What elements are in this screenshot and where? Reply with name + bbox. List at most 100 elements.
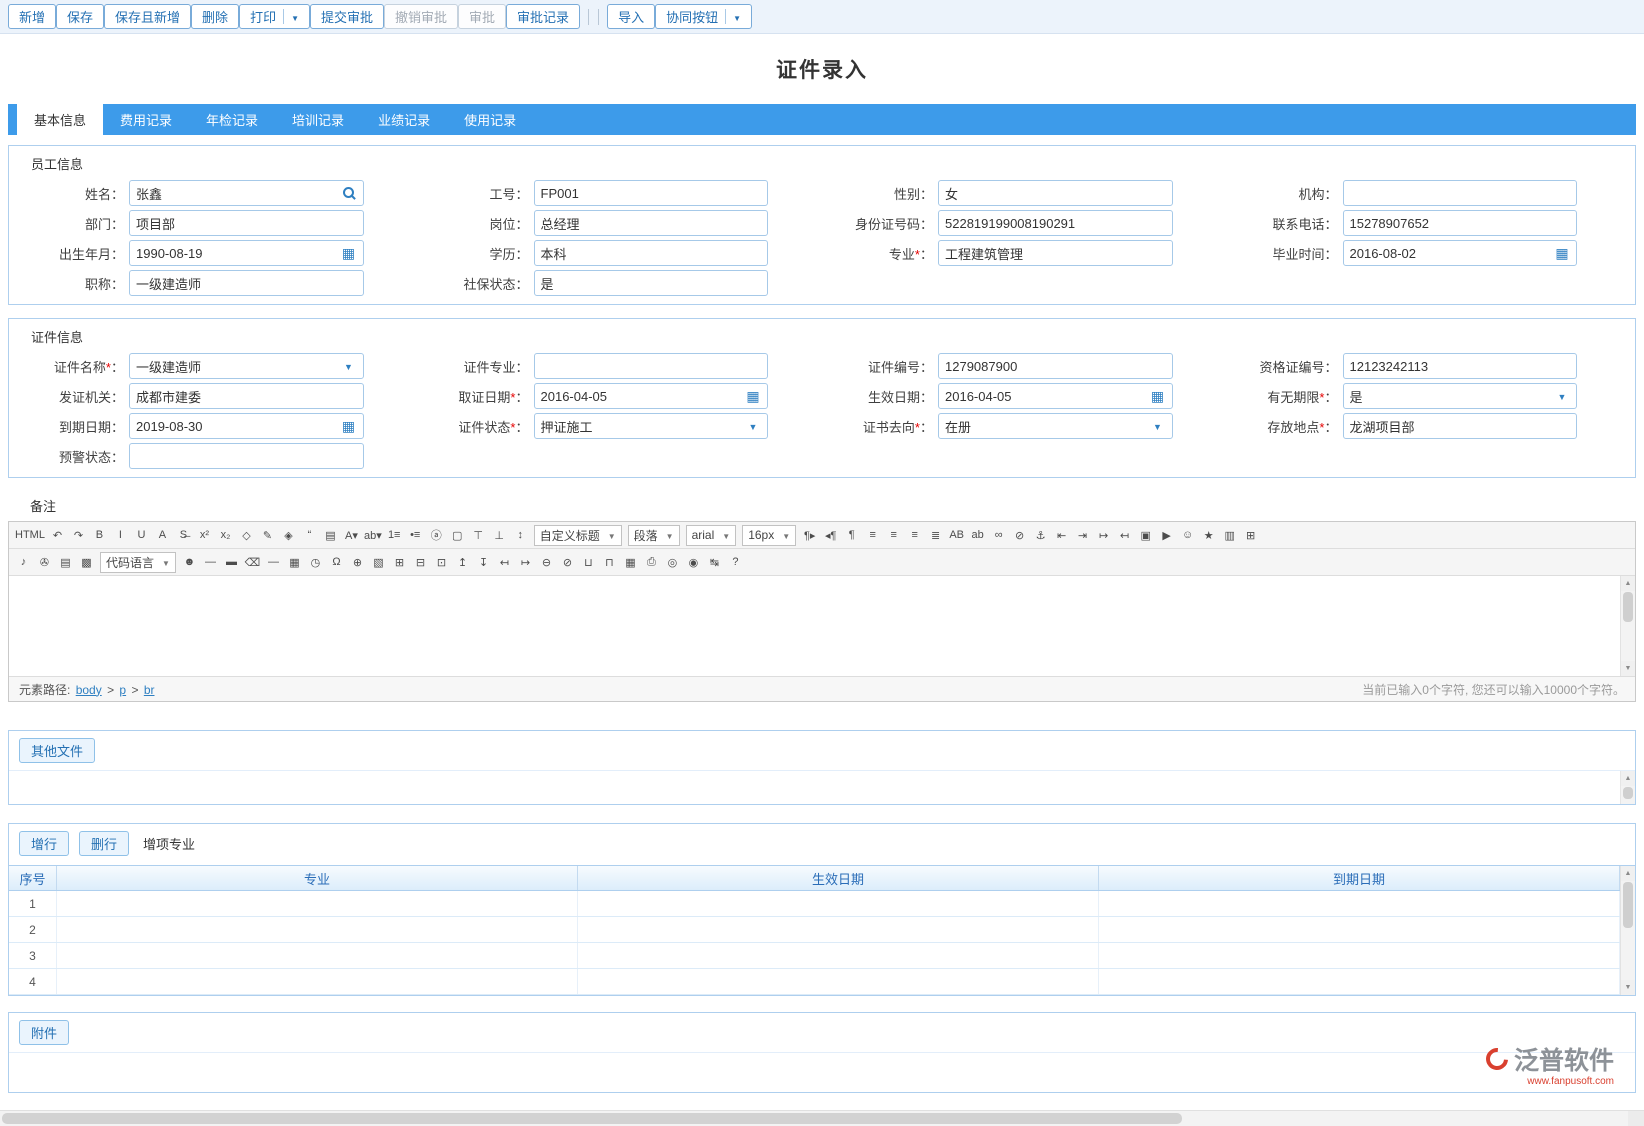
gender-field[interactable]: 女	[938, 180, 1173, 206]
code-language-select[interactable]: 代码语言	[100, 552, 176, 573]
split-cells-icon[interactable]: ⊓	[599, 552, 620, 573]
heading-select[interactable]: 自定义标题	[534, 525, 622, 546]
cancel-approval-button[interactable]: 撤销审批	[384, 4, 458, 29]
format-painter-icon[interactable]: ✎	[257, 525, 278, 546]
phone-field[interactable]: 15278907652	[1343, 210, 1578, 236]
indent-increase-icon[interactable]: ⇥	[1072, 525, 1093, 546]
field-icon[interactable]	[341, 418, 357, 434]
tab-usage-records[interactable]: 使用记录	[447, 104, 533, 135]
bold-icon[interactable]: B	[89, 525, 110, 546]
submit-approval-button[interactable]: 提交审批	[310, 4, 384, 29]
rtl-icon[interactable]: ◂¶	[820, 525, 841, 546]
files-scrollbar[interactable]	[1620, 771, 1635, 804]
insert-table-icon[interactable]: ⊞	[389, 552, 410, 573]
field-icon[interactable]	[341, 245, 357, 261]
tab-basic-info[interactable]: 基本信息	[17, 104, 103, 135]
social-security-field[interactable]: 是	[534, 270, 769, 296]
field-icon[interactable]	[745, 418, 761, 434]
uppercase-icon[interactable]: AB	[946, 525, 967, 546]
delete-row-icon[interactable]: ⊖	[536, 552, 557, 573]
column-header-effective-date[interactable]: 生效日期	[578, 866, 1099, 890]
link-icon[interactable]: ∞	[988, 525, 1009, 546]
save-and-new-button[interactable]: 保存且新增	[104, 4, 191, 29]
redo-icon[interactable]: ↷	[68, 525, 89, 546]
italic-icon[interactable]: I	[110, 525, 131, 546]
strikethrough-icon[interactable]: S̶	[173, 525, 194, 546]
column-header-expiry-date[interactable]: 到期日期	[1099, 866, 1620, 890]
search-icon[interactable]: ◉	[683, 552, 704, 573]
birth-date-field[interactable]: 1990-08-19	[129, 240, 364, 266]
organization-field[interactable]	[1343, 180, 1578, 206]
cell-major[interactable]	[57, 891, 578, 916]
chart-icon[interactable]: ▧	[368, 552, 389, 573]
emoji-icon[interactable]: ☺	[1177, 525, 1198, 546]
cell-major[interactable]	[57, 943, 578, 968]
insert-row-above-icon[interactable]: ↥	[452, 552, 473, 573]
print-button[interactable]: 打印	[239, 4, 310, 29]
field-icon[interactable]	[341, 185, 357, 201]
table-grid-icon[interactable]: ▦	[620, 552, 641, 573]
save-button[interactable]: 保存	[56, 4, 104, 29]
scroll-down-icon[interactable]	[1621, 661, 1635, 676]
book-icon[interactable]: ▬	[221, 552, 242, 573]
template-icon[interactable]: ▤	[320, 525, 341, 546]
field-icon[interactable]	[1554, 245, 1570, 261]
other-files-button[interactable]: 其他文件	[19, 738, 95, 763]
char-border-icon[interactable]: A	[152, 525, 173, 546]
tab-performance-records[interactable]: 业绩记录	[361, 104, 447, 135]
id-number-field[interactable]: 522819199008190291	[938, 210, 1173, 236]
storage-location-field[interactable]: 龙湖项目部	[1343, 413, 1578, 439]
field-icon[interactable]	[745, 388, 761, 404]
delete-button[interactable]: 删除	[191, 4, 239, 29]
print-icon[interactable]: ⎙	[641, 552, 662, 573]
cell-effective-date[interactable]	[578, 943, 1099, 968]
underline-icon[interactable]: U	[131, 525, 152, 546]
delete-row-button[interactable]: 删行	[79, 831, 129, 856]
page-break-icon[interactable]: ―	[200, 552, 221, 573]
help-icon[interactable]: ?	[725, 552, 746, 573]
editor-scrollbar[interactable]	[1620, 576, 1635, 676]
file-icon[interactable]: ▥	[1219, 525, 1240, 546]
remove-format-icon[interactable]: ◇	[236, 525, 257, 546]
hanging-indent-icon[interactable]: ↤	[1114, 525, 1135, 546]
position-field[interactable]: 总经理	[534, 210, 769, 236]
line-height-icon[interactable]: ↕	[510, 525, 531, 546]
path-link-br[interactable]: br	[144, 683, 155, 697]
paragraph-icon[interactable]: ¶	[841, 525, 862, 546]
column-header-no[interactable]: 序号	[9, 866, 57, 890]
field-icon[interactable]	[1150, 418, 1166, 434]
scroll-thumb[interactable]	[2, 1113, 1182, 1124]
department-field[interactable]: 项目部	[129, 210, 364, 236]
font-family-select[interactable]: arial	[686, 525, 737, 546]
align-justify-icon[interactable]: ≣	[925, 525, 946, 546]
preview-icon[interactable]: ◎	[662, 552, 683, 573]
cert-major-field[interactable]	[534, 353, 769, 379]
issuing-authority-field[interactable]: 成都市建委	[129, 383, 364, 409]
ordered-list-icon[interactable]: 1≡	[384, 525, 405, 546]
insert-col-left-icon[interactable]: ↤	[494, 552, 515, 573]
education-field[interactable]: 本科	[534, 240, 769, 266]
scroll-up-icon[interactable]	[1621, 866, 1635, 881]
attachments-button[interactable]: 附件	[19, 1020, 69, 1045]
attachment-icon[interactable]: ✇	[34, 552, 55, 573]
html-source-icon[interactable]: HTML	[13, 525, 47, 546]
field-icon[interactable]	[1554, 388, 1570, 404]
scroll-thumb[interactable]	[1623, 592, 1633, 622]
align-bottom-icon[interactable]: ⊥	[489, 525, 510, 546]
first-line-indent-icon[interactable]: ↦	[1093, 525, 1114, 546]
field-icon[interactable]	[341, 358, 357, 374]
indent-decrease-icon[interactable]: ⇤	[1051, 525, 1072, 546]
widget-icon[interactable]: ▩	[76, 552, 97, 573]
align-top-icon[interactable]: ⊤	[468, 525, 489, 546]
align-center-icon[interactable]: ≡	[883, 525, 904, 546]
date-icon[interactable]: ▦	[284, 552, 305, 573]
media-icon[interactable]: ♪	[13, 552, 34, 573]
collaboration-button[interactable]: 协同按钮	[655, 4, 752, 29]
path-link-p[interactable]: p	[119, 683, 126, 697]
cell-effective-date[interactable]	[578, 969, 1099, 994]
delete-col-icon[interactable]: ⊘	[557, 552, 578, 573]
subscript-icon[interactable]: x₂	[215, 525, 236, 546]
align-left-icon[interactable]: ≡	[862, 525, 883, 546]
cell-expiry-date[interactable]	[1099, 891, 1620, 916]
time-icon[interactable]: ◷	[305, 552, 326, 573]
